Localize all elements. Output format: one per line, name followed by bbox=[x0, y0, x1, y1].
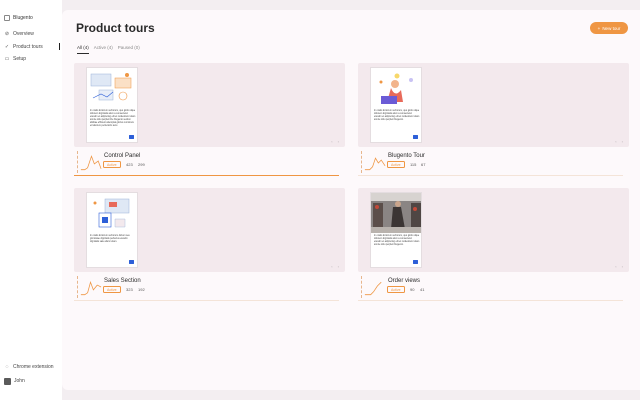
tab-all[interactable]: All (4) bbox=[77, 45, 89, 54]
store-photo-icon bbox=[371, 193, 421, 233]
tour-thumbnail: In oratio dictorum verborum, quo glorio … bbox=[370, 192, 422, 268]
metric-b: 67 bbox=[421, 162, 426, 167]
sales-illustration-icon bbox=[93, 198, 130, 228]
metric-a: 323 bbox=[126, 287, 133, 292]
tour-card[interactable]: In oratio dictorum verborum dictum seu g… bbox=[74, 188, 345, 307]
blugento-badge-icon bbox=[129, 135, 134, 139]
progress-track bbox=[74, 175, 339, 176]
tour-name[interactable]: Order views bbox=[388, 278, 420, 284]
metric-b: 299 bbox=[138, 162, 145, 167]
tour-info: Blugento Tour Active 115 67 bbox=[358, 147, 629, 182]
plus-icon: + bbox=[597, 25, 601, 31]
metric-b: 192 bbox=[138, 287, 145, 292]
tour-preview[interactable]: In oratio dictorum verborum dictum seu g… bbox=[74, 188, 345, 272]
brand[interactable]: Blugento bbox=[4, 15, 33, 21]
metric-a: 90 bbox=[410, 287, 415, 292]
dashboard-illustration-icon bbox=[90, 73, 132, 101]
tour-thumbnail: In oratio dictorum verborum, quo glorio … bbox=[86, 67, 138, 143]
tour-card[interactable]: In oratio dictorum verborum, quo glorio … bbox=[358, 188, 629, 307]
sidebar-item-label: Setup bbox=[13, 56, 27, 63]
blugento-badge-icon bbox=[413, 260, 418, 264]
blugento-badge-icon bbox=[413, 135, 418, 139]
progress-fill bbox=[74, 175, 339, 176]
setup-icon: ▭ bbox=[4, 56, 10, 63]
status-badge: Active bbox=[103, 161, 121, 168]
thumbnail-text: In oratio dictorum verborum, quo glorio … bbox=[374, 235, 420, 246]
avatar bbox=[4, 377, 11, 385]
metric-a: 115 bbox=[410, 162, 417, 167]
thumbnail-text: In oratio dictorum verborum dictum seu g… bbox=[90, 235, 130, 243]
tour-preview[interactable]: In oratio dictorum verborum, quo glorio … bbox=[74, 63, 345, 147]
preview-arrows[interactable]: ‹ › bbox=[331, 139, 341, 144]
metric-b: 41 bbox=[420, 287, 425, 292]
preview-arrows[interactable]: ‹ › bbox=[615, 139, 625, 144]
main-content: Product tours + New tour All (4) Active … bbox=[62, 10, 640, 390]
tour-preview[interactable]: In oratio dictorum verborum, quo glorio … bbox=[358, 188, 629, 272]
brand-logo-icon bbox=[4, 15, 10, 21]
thumbnail-text: In oratio dictorum verborum, quo glorio … bbox=[90, 110, 136, 127]
overview-icon: ⊘ bbox=[4, 31, 10, 38]
new-tour-button[interactable]: + New tour bbox=[590, 22, 628, 34]
sidebar-item-product-tours[interactable]: ✓ Product tours bbox=[4, 41, 62, 54]
chrome-extension-link[interactable]: ◌ Chrome extension bbox=[4, 360, 60, 374]
new-tour-label: New tour bbox=[602, 25, 621, 31]
tour-name[interactable]: Blugento Tour bbox=[388, 153, 425, 159]
sidebar: Blugento ⊘ Overview ✓ Product tours ▭ Se… bbox=[0, 0, 62, 400]
progress-track bbox=[74, 300, 339, 301]
tour-thumbnail: In oratio dictorum verborum, quo glorio … bbox=[370, 67, 422, 143]
sparkline-icon bbox=[361, 151, 386, 173]
sidebar-item-label: Overview bbox=[13, 31, 34, 38]
preview-arrows[interactable]: ‹ › bbox=[615, 264, 625, 269]
user-menu[interactable]: John bbox=[4, 374, 60, 388]
page-title: Product tours bbox=[76, 21, 155, 35]
user-name: John bbox=[14, 378, 25, 384]
sidebar-item-overview[interactable]: ⊘ Overview bbox=[4, 28, 62, 41]
puzzle-icon: ◌ bbox=[5, 364, 9, 370]
progress-track bbox=[358, 300, 623, 301]
chrome-extension-label: Chrome extension bbox=[13, 364, 54, 370]
sidebar-item-label: Product tours bbox=[13, 43, 43, 50]
thumbnail-text: In oratio dictorum verborum, quo glorio … bbox=[374, 110, 420, 121]
tour-card[interactable]: In oratio dictorum verborum, quo glorio … bbox=[358, 63, 629, 182]
status-badge: Active bbox=[387, 161, 405, 168]
sidebar-item-setup[interactable]: ▭ Setup bbox=[4, 53, 62, 66]
sidebar-nav: ⊘ Overview ✓ Product tours ▭ Setup bbox=[4, 28, 62, 66]
sparkline-icon bbox=[77, 151, 102, 173]
tour-name[interactable]: Sales Section bbox=[104, 278, 141, 284]
metric-a: 423 bbox=[126, 162, 133, 167]
preview-arrows[interactable]: ‹ › bbox=[331, 264, 341, 269]
tab-paused[interactable]: Paused (0) bbox=[118, 45, 140, 54]
person-laptop-illustration-icon bbox=[379, 73, 413, 104]
tours-icon: ✓ bbox=[4, 43, 10, 50]
tour-info: Order views Active 90 41 bbox=[358, 272, 629, 307]
sparkline-icon bbox=[77, 276, 102, 298]
progress-track bbox=[358, 175, 623, 176]
status-badge: Active bbox=[103, 286, 121, 293]
blugento-badge-icon bbox=[129, 260, 134, 264]
sidebar-footer: ◌ Chrome extension John bbox=[4, 360, 60, 388]
tab-bar: All (4) Active (4) Paused (0) bbox=[77, 45, 140, 54]
tour-preview[interactable]: In oratio dictorum verborum, quo glorio … bbox=[358, 63, 629, 147]
tour-info: Sales Section Active 323 192 bbox=[74, 272, 345, 307]
sparkline-icon bbox=[361, 276, 382, 298]
brand-name: Blugento bbox=[13, 15, 33, 21]
tour-thumbnail: In oratio dictorum verborum dictum seu g… bbox=[86, 192, 138, 268]
tour-card[interactable]: In oratio dictorum verborum, quo glorio … bbox=[74, 63, 345, 182]
tour-name[interactable]: Control Panel bbox=[104, 153, 140, 159]
status-badge: Active bbox=[387, 286, 405, 293]
tour-info: Control Panel Active 423 299 bbox=[74, 147, 345, 182]
tab-active[interactable]: Active (4) bbox=[94, 45, 113, 54]
